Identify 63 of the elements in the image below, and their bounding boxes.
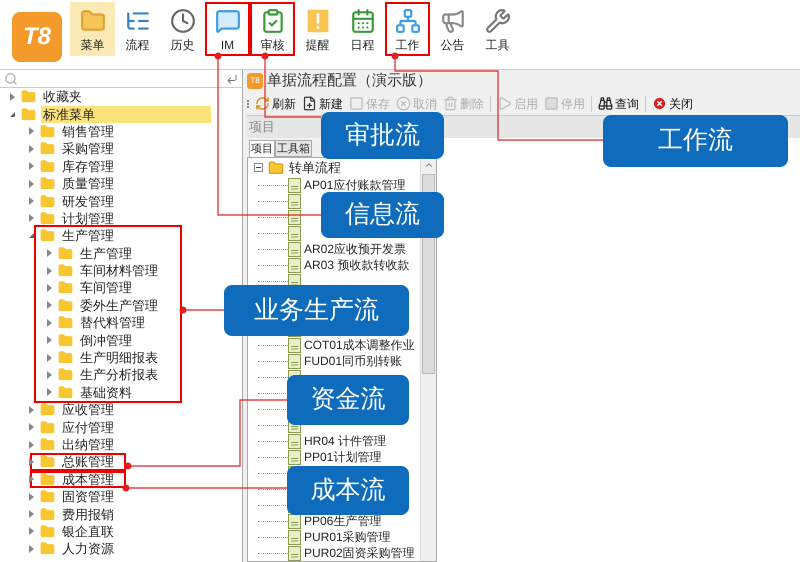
menu-item[interactable]: 成本管理 xyxy=(60,470,116,488)
panel-tab[interactable]: 工具箱 xyxy=(275,140,312,157)
callout-label: 资金流 xyxy=(287,375,409,425)
tree-node[interactable]: PUR02固资采购管理 xyxy=(304,544,415,562)
window-logo: T8 xyxy=(247,73,263,90)
menu-item[interactable]: 库存管理 xyxy=(60,158,116,175)
toolbar-button[interactable]: 公告 xyxy=(430,2,475,56)
callout-label: 工作流 xyxy=(603,115,788,167)
toolbar-button[interactable]: IM xyxy=(205,2,250,56)
callout-label: 信息流 xyxy=(321,192,444,238)
menu-item[interactable]: 委外生产管理 xyxy=(78,296,160,314)
tree-node[interactable]: AR02应收预开发票 xyxy=(304,240,406,258)
menu-item[interactable]: 倒冲管理 xyxy=(78,332,134,349)
action-button[interactable]: 新建 xyxy=(302,94,343,113)
menu-item[interactable]: 固资管理 xyxy=(60,488,116,506)
menu-item[interactable]: 销售管理 xyxy=(60,122,116,140)
toolbar-button[interactable]: 菜单 xyxy=(70,2,115,56)
toolbar-button[interactable]: 流程 xyxy=(115,2,160,56)
tree-node[interactable]: FUD01同币别转账 xyxy=(304,352,402,370)
tree-node[interactable]: 转单流程 xyxy=(289,158,341,178)
window-title: 单据流程配置（演示版） xyxy=(267,71,432,91)
action-button[interactable]: 查询 xyxy=(598,94,639,113)
tree-node[interactable]: PP01计划管理 xyxy=(304,448,382,466)
toolbar-button[interactable]: 工作 xyxy=(385,2,430,56)
menu-item[interactable]: 替代料管理 xyxy=(78,314,147,332)
menu-item[interactable]: 计划管理 xyxy=(60,210,116,227)
callout-label: 业务生产流 xyxy=(224,285,409,336)
menu-item[interactable]: 车间材料管理 xyxy=(78,262,160,280)
menu-item[interactable]: 标准菜单 xyxy=(41,106,211,123)
menu-item[interactable]: 生产明细报表 xyxy=(78,349,160,366)
menu-item[interactable]: 银企直联 xyxy=(60,522,116,540)
menu-item[interactable]: 研发管理 xyxy=(60,192,116,210)
menu-item[interactable]: 质量管理 xyxy=(60,175,116,192)
callout-label: 审批流 xyxy=(321,112,444,159)
tree-node[interactable]: PUR01采购管理 xyxy=(304,528,391,546)
tree-node[interactable]: PP06生产管理 xyxy=(304,512,382,530)
toolbar-button[interactable]: 审核 xyxy=(250,2,295,56)
toolbar-button[interactable]: 工具 xyxy=(475,2,520,56)
toolbar-button[interactable]: 历史 xyxy=(160,2,205,56)
menu-item[interactable]: 生产管理 xyxy=(60,227,116,244)
menu-item[interactable]: 人力资源 xyxy=(60,540,116,558)
menu-item[interactable]: 生产分析报表 xyxy=(78,366,160,384)
menu-item[interactable]: 应收管理 xyxy=(60,401,116,418)
tree-node[interactable]: AR03 预收款转收款 xyxy=(304,256,410,274)
action-button[interactable]: 刷新 xyxy=(255,94,296,113)
menu-item[interactable]: 采购管理 xyxy=(60,140,116,158)
menu-item[interactable]: 基础资料 xyxy=(78,384,134,401)
action-button[interactable]: 关闭 xyxy=(652,94,693,113)
menu-item[interactable]: 费用报销 xyxy=(60,506,116,523)
menu-item[interactable]: 收藏夹 xyxy=(41,88,84,106)
menu-item[interactable]: 车间管理 xyxy=(78,279,134,296)
menu-item[interactable]: 生产管理 xyxy=(78,244,134,262)
menu-item[interactable]: 出纳管理 xyxy=(60,436,116,453)
app-logo: T8 xyxy=(12,12,62,62)
section-label: 项目 xyxy=(249,118,275,136)
menu-item[interactable]: 应付管理 xyxy=(60,418,116,436)
toolbar-button[interactable]: 日程 xyxy=(340,2,385,56)
toolbar-button[interactable]: 提醒 xyxy=(295,2,340,56)
tree-node[interactable]: COT01成本调整作业 xyxy=(304,336,415,354)
panel-tab[interactable]: 项目 xyxy=(249,140,275,157)
tree-node[interactable]: HR04 计件管理 xyxy=(304,432,386,450)
tree-node[interactable]: AP01应付账款管理 xyxy=(304,176,406,194)
menu-item[interactable]: 总账管理 xyxy=(60,453,116,470)
